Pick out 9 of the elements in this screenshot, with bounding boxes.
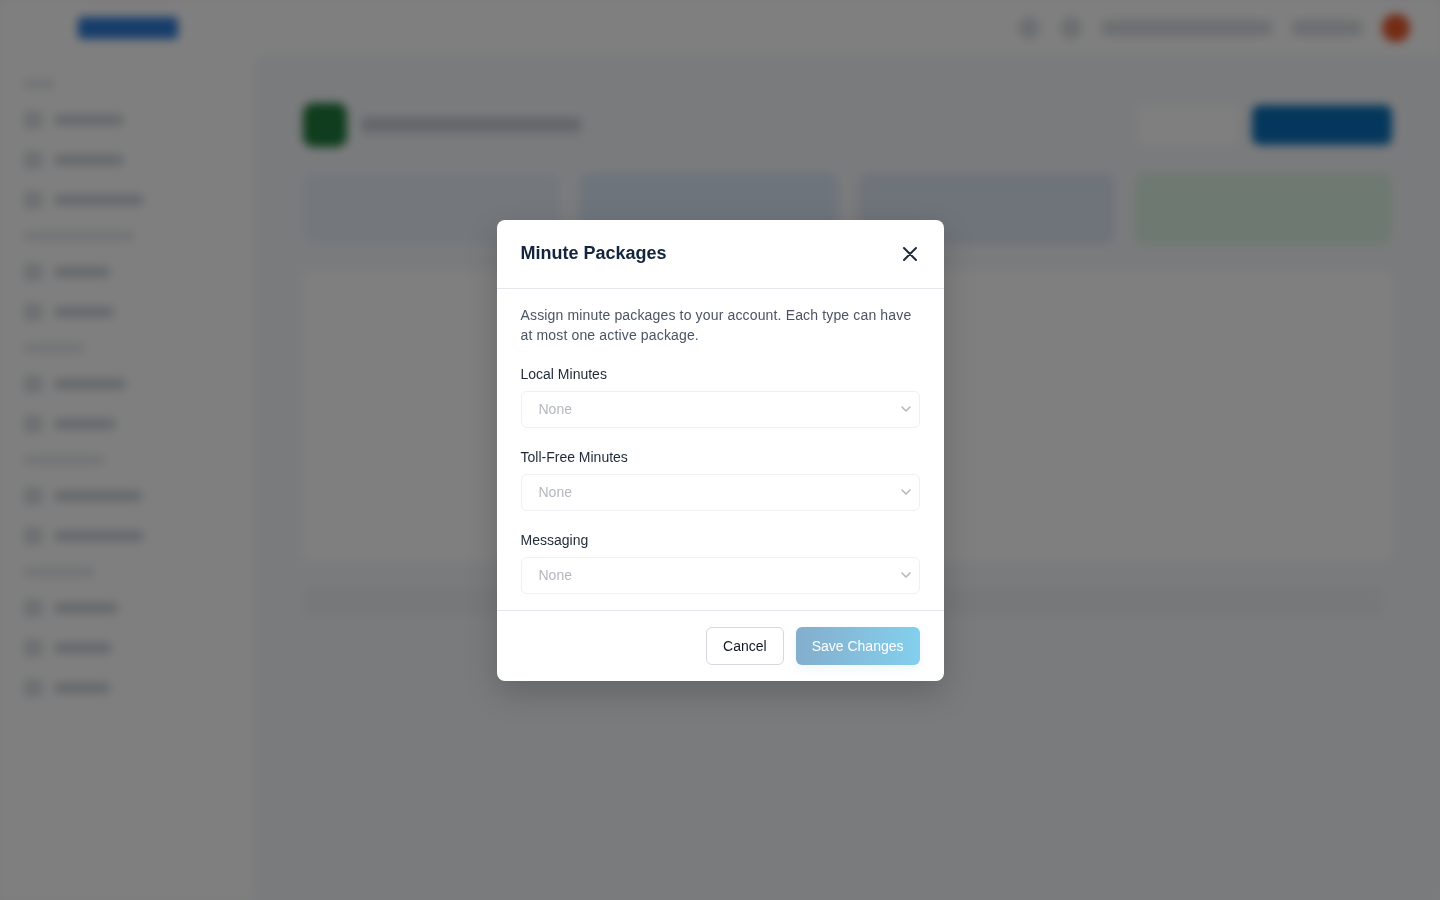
chevron-down-icon xyxy=(900,406,911,412)
dialog-description: Assign minute packages to your account. Each type can have at most one active package. xyxy=(520,305,913,345)
field-label: Toll-Free Minutes xyxy=(520,447,629,467)
field-label: Local Minutes xyxy=(520,364,608,384)
cancel-button[interactable]: Cancel xyxy=(706,626,784,665)
dialog-title: Minute Packages xyxy=(520,243,667,264)
field-label: Messaging xyxy=(520,530,590,550)
chevron-down-icon xyxy=(900,572,911,578)
chevron-down-icon xyxy=(900,489,911,495)
